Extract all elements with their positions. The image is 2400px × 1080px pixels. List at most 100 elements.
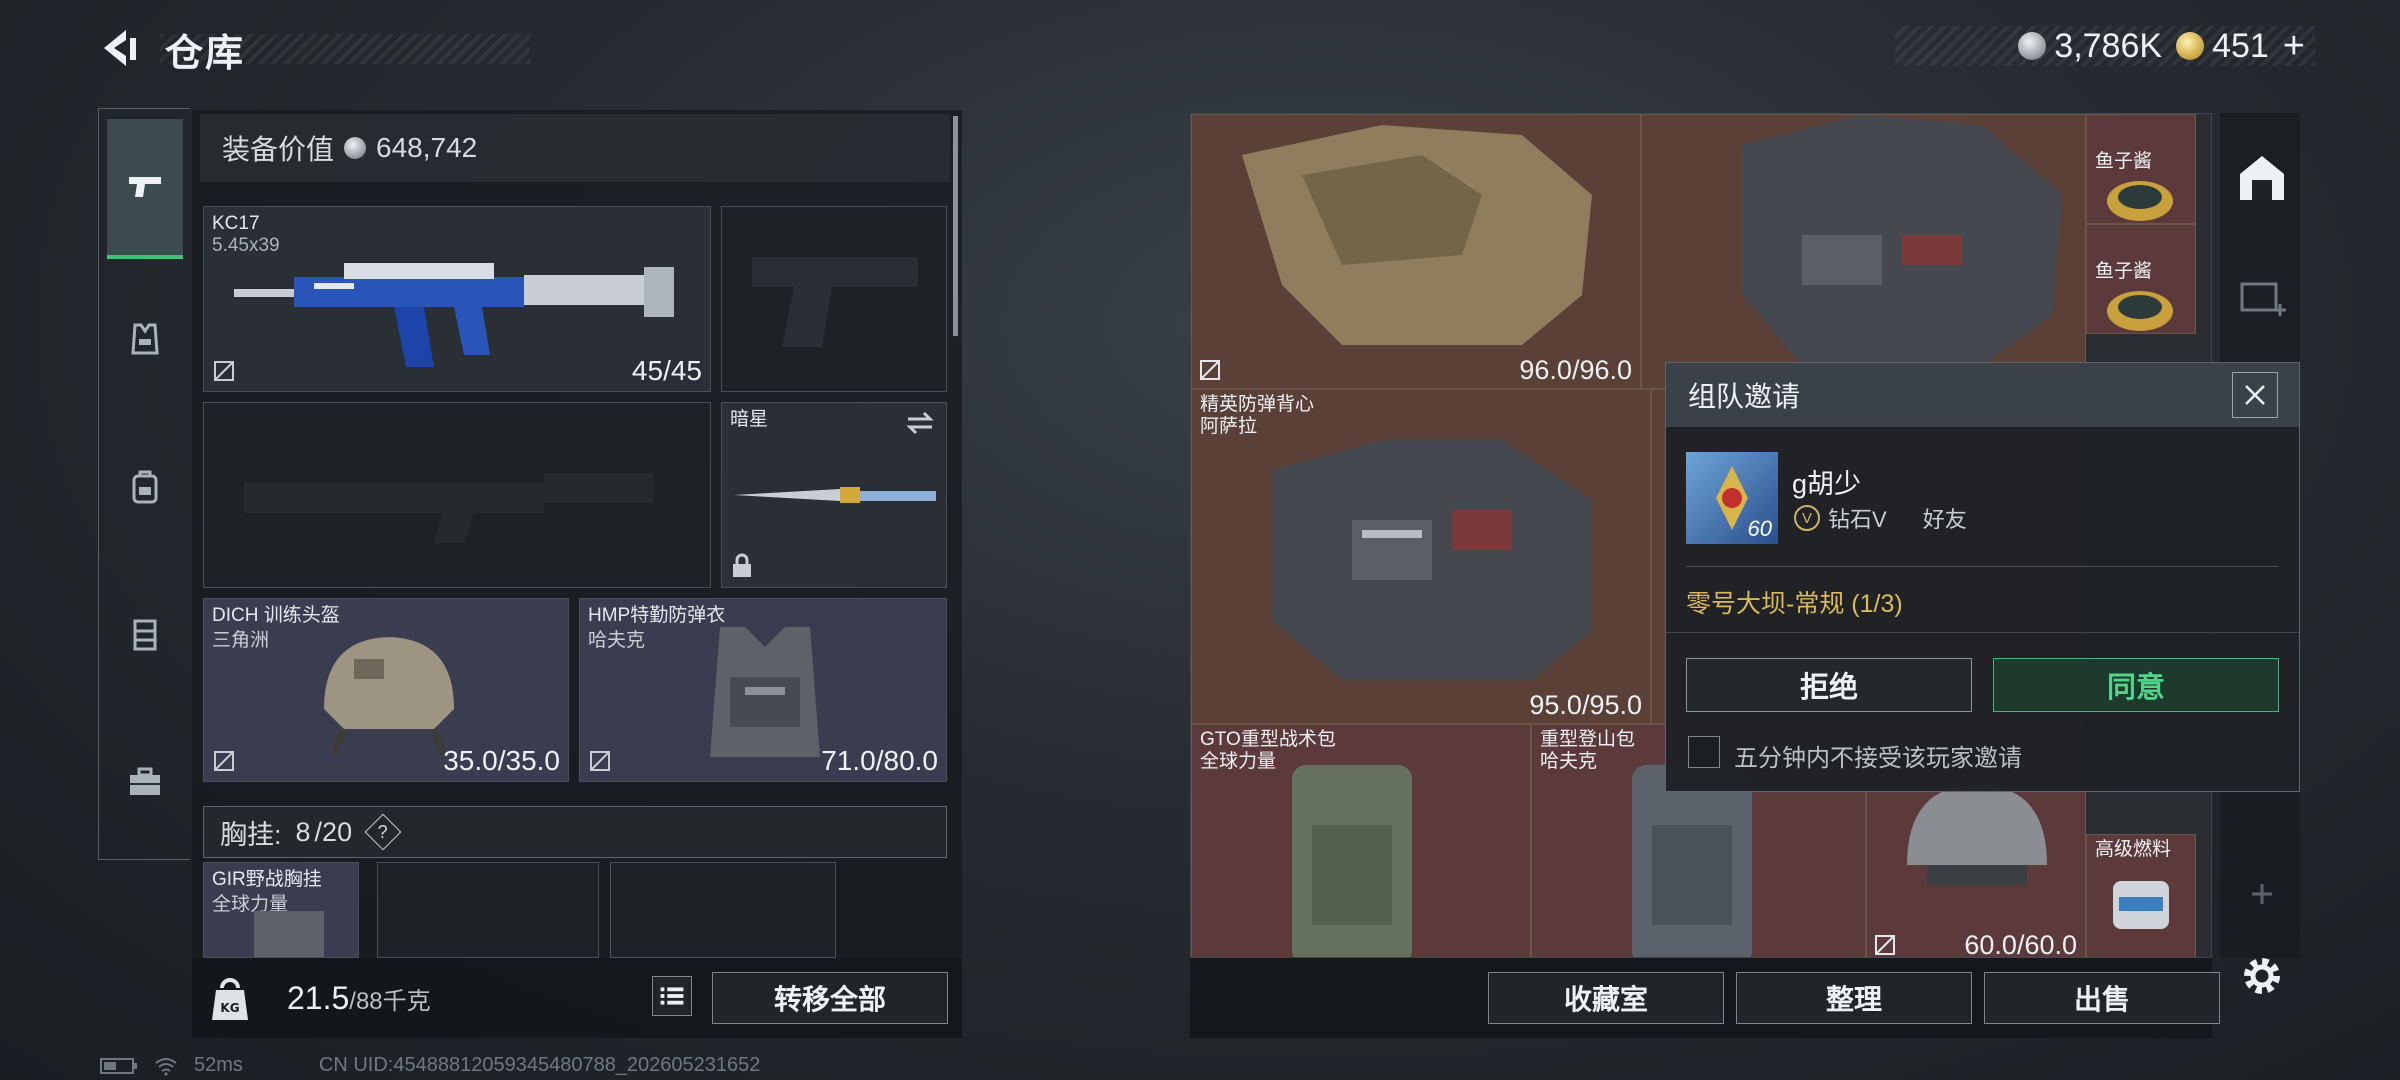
storage-item[interactable]: 96.0/96.0 [1191,114,1641,389]
helmet-slot[interactable]: DICH 训练头盔 三角洲 35.0/35.0 [203,598,569,782]
rig-name: GIR野战胸挂 [212,869,322,890]
item-name: 重型登山包 [1540,729,1636,750]
tab-case[interactable] [107,713,183,853]
expand-storage-icon[interactable] [2236,270,2288,322]
close-dialog-button[interactable] [2232,372,2278,418]
camo-vest-image [1242,125,1592,345]
no-insurance-icon [214,751,234,771]
helmet-image [1907,785,2047,885]
chest-rig-item[interactable]: GIR野战胸挂 全球力量 [203,862,359,958]
chest-rig-label: 胸挂: [220,819,282,850]
equipment-value-label: 装备价值 [222,134,335,165]
weight-max: /88千克 [349,988,431,1015]
weight-current: 21.5 [287,980,350,1016]
add-currency-button[interactable]: + [2283,25,2305,68]
list-view-button[interactable] [652,976,692,1016]
item-name: 高级燃料 [2095,839,2172,860]
gold-currency: 451 [2176,27,2269,66]
accept-button[interactable]: 同意 [1993,658,2279,712]
storage-item-caviar[interactable]: 鱼子酱 [2086,114,2196,224]
item-name: 鱼子酱 [2095,151,2153,172]
armor-image [710,627,820,757]
storage-item-caviar[interactable]: 鱼子酱 [2086,224,2196,334]
relation-text: 好友 [1922,507,1967,532]
item-brand: 全球力量 [1200,751,1277,772]
close-icon [2245,385,2265,405]
item-name: 精英防弹背心 [1200,394,1315,415]
pistol-placeholder-icon [752,257,918,347]
reject-button[interactable]: 拒绝 [1686,658,1972,712]
organize-button[interactable]: 整理 [1736,972,1972,1024]
item-name: GTO重型战术包 [1200,729,1336,750]
chest-rig-used: 8 [295,816,311,847]
storage-item-elite-vest[interactable]: 精英防弹背心 阿萨拉 95.0/95.0 [1191,389,1651,724]
storage-item-fuel[interactable]: 高级燃料 [2086,834,2196,957]
body-armor-slot[interactable]: HMP特勤防弹衣 哈夫克 71.0/80.0 [579,598,947,782]
elite-vest-image [1272,440,1592,680]
caviar-tin-image [2107,291,2173,331]
status-bar: 52ms CN UID:454888120593454807​88_202605… [100,1054,760,1077]
tab-backpack[interactable] [107,417,183,557]
rank-text: 钻石V [1828,507,1887,532]
player-name: g胡少 [1792,469,1862,499]
weight-icon: KG [212,978,248,1020]
rig-pocket-slot[interactable] [610,862,836,958]
secondary-weapon-slot[interactable] [203,402,711,588]
warehouse-icon[interactable] [2236,152,2288,204]
armor-brand: 哈夫克 [588,630,646,651]
invite-title: 组队邀请 [1666,363,2299,427]
armor-durability: 71.0/80.0 [821,745,938,776]
no-insurance-icon [214,361,234,381]
back-button[interactable] [96,24,144,72]
chest-rig-capacity: /20 [314,816,353,847]
item-durability: 95.0/95.0 [1529,690,1642,720]
rifle-placeholder-icon [244,473,654,543]
add-icon[interactable] [2248,880,2276,908]
equipment-scrollbar[interactable] [953,116,958,336]
chest-rig-icon [133,619,157,651]
game-mode: 零号大坝-常规 (1/3) [1686,590,1903,618]
weapon-ammo-count: 45/45 [631,355,702,386]
fuel-can-image [2113,881,2169,929]
tab-armor[interactable] [107,269,183,409]
knife-image [734,487,936,503]
currency-bar: 3,786K 451 + [1895,25,2315,68]
item-brand: 哈夫克 [1540,751,1598,772]
mute-invites-checkbox[interactable] [1688,736,1720,768]
primary-weapon-slot[interactable]: KC17 5.45x39 45/45 [203,206,711,392]
transfer-all-button[interactable]: 转移全部 [712,972,948,1024]
elite-vest-image [1742,115,2062,365]
divider [1686,566,2278,567]
settings-gear-icon[interactable] [2236,950,2288,1002]
storage-item[interactable] [1641,114,2086,389]
rig-image [254,911,324,957]
storage-item-gto-pack[interactable]: GTO重型战术包 全球力量 [1191,724,1531,957]
rank-badge-icon: V [1794,505,1820,531]
help-button[interactable]: ? [364,813,402,851]
caviar-tin-image [2107,181,2173,221]
sell-button[interactable]: 出售 [1984,972,2220,1024]
pistol-slot[interactable] [721,206,947,392]
helmet-image [324,637,454,756]
uid-text: CN UID:454888120593454807​88_20260523165… [318,1054,761,1076]
gold-amount: 451 [2212,26,2269,65]
weight-text: 21.5/88千克 [287,980,431,1017]
item-durability: 60.0/60.0 [1964,930,2077,958]
ping-text: 52ms [194,1054,243,1076]
briefcase-icon [130,767,160,795]
player-level: 60 [1747,516,1772,541]
equipment-value-header: 装备价值 648,742 [200,114,950,182]
no-insurance-icon [1200,360,1220,380]
no-insurance-icon [590,751,610,771]
collection-room-button[interactable]: 收藏室 [1488,972,1724,1024]
tab-chest-rig[interactable] [107,565,183,705]
list-icon [660,987,684,1005]
battery-icon [100,1057,137,1074]
rig-pocket-slot[interactable] [377,862,599,958]
swap-icon[interactable] [904,409,936,437]
player-rank: V 钻石V 好友 [1794,502,1967,534]
rifle-image [234,263,674,367]
tab-weapons[interactable] [107,119,183,259]
category-tabbar [98,108,190,860]
melee-slot[interactable]: 暗星 [721,402,947,588]
